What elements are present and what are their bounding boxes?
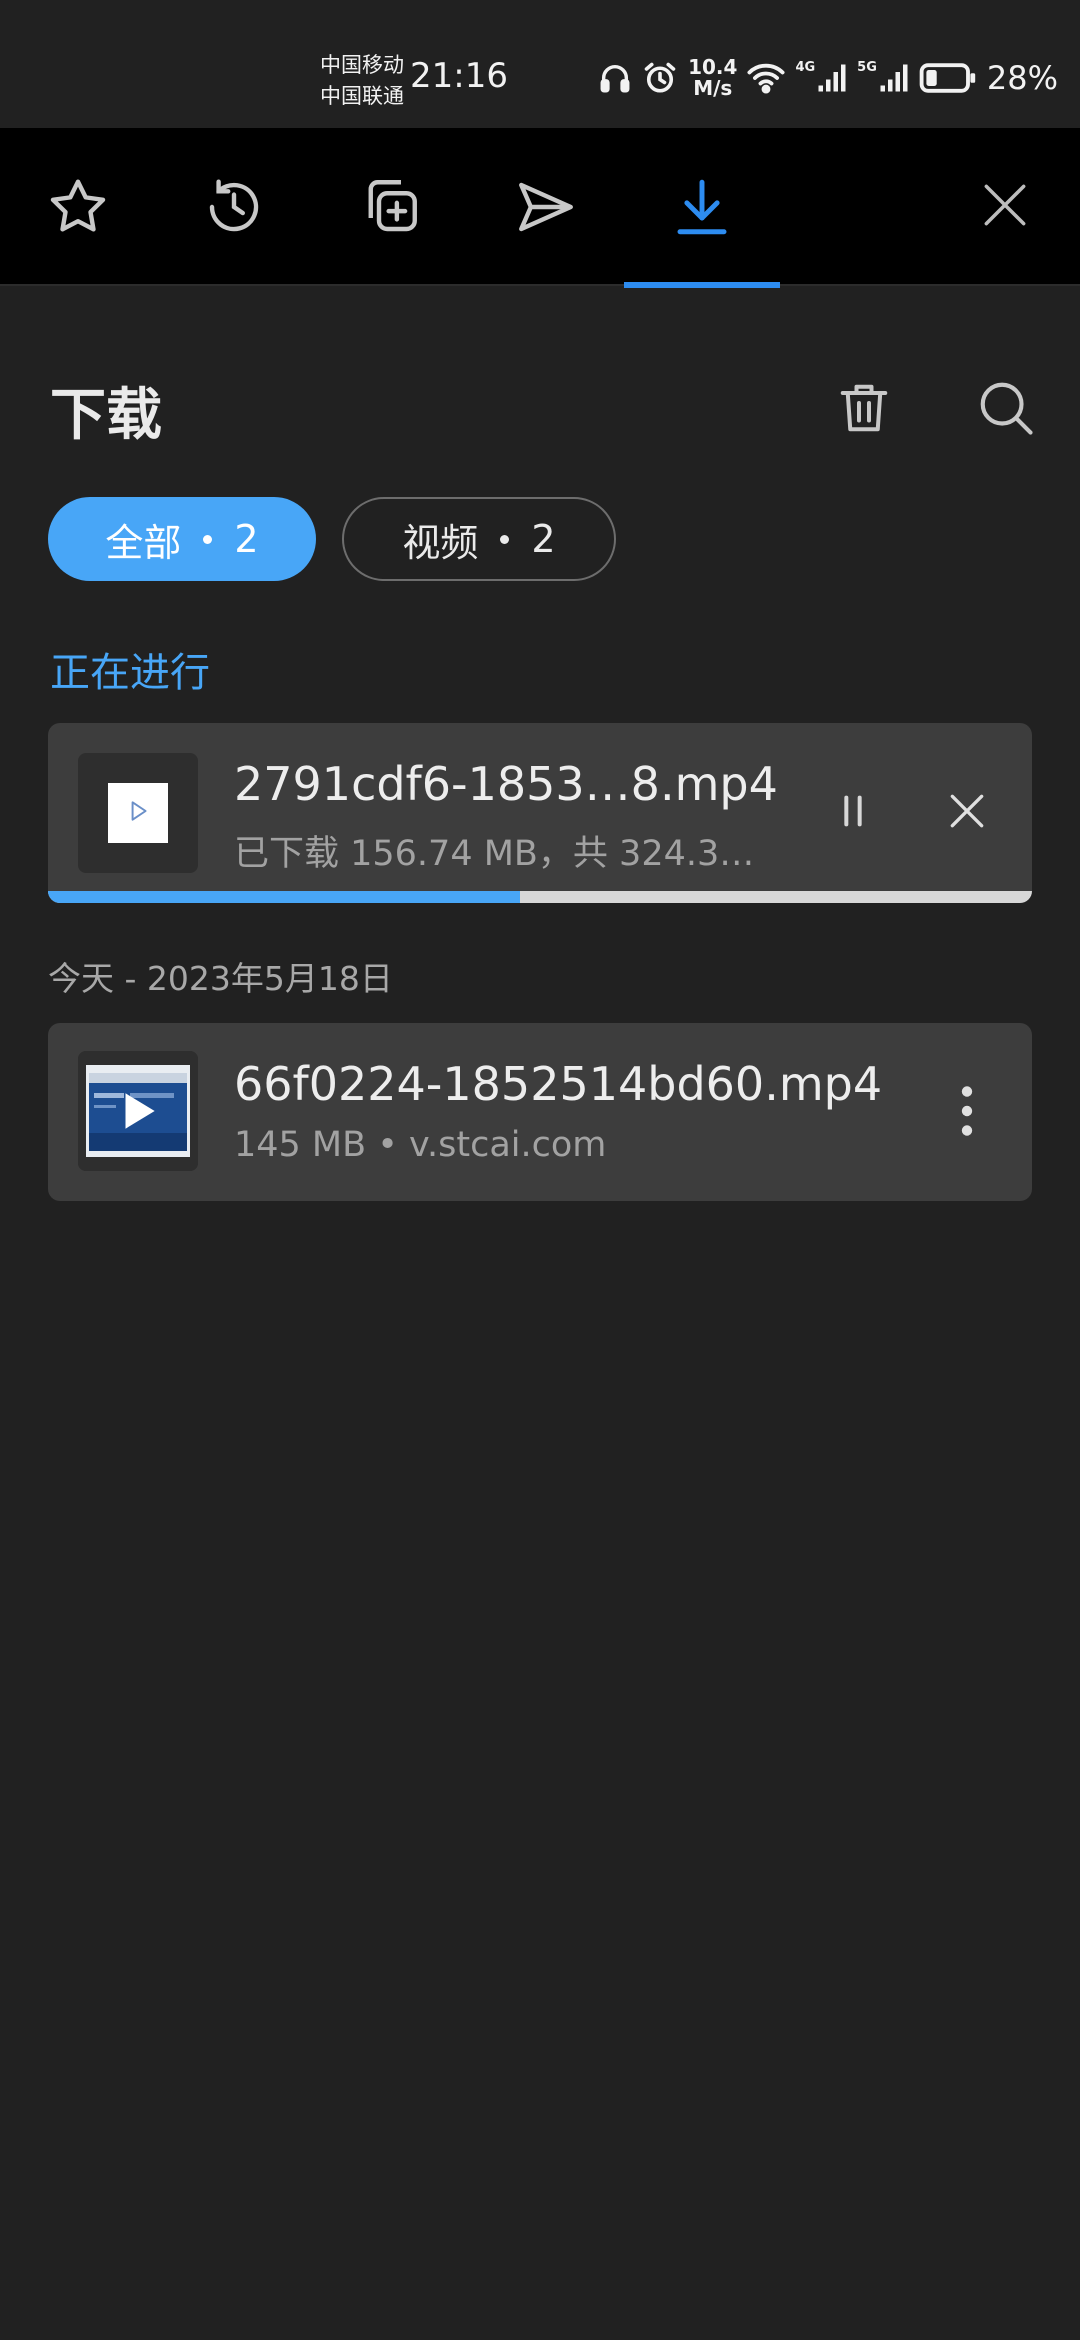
file-meta: 145 MB • v.stcai.com	[234, 1125, 607, 1165]
filter-chip-count: 2	[234, 517, 259, 561]
star-icon	[45, 174, 111, 240]
headphones-icon	[598, 61, 632, 95]
tab-share[interactable]	[468, 128, 624, 286]
play-icon	[125, 798, 151, 828]
close-icon	[977, 177, 1033, 237]
search-icon	[975, 377, 1037, 443]
wifi-icon	[747, 62, 785, 94]
tab-new-tab[interactable]	[312, 128, 468, 286]
signal-2-label: 5G	[857, 60, 877, 75]
send-icon	[513, 174, 579, 240]
filter-chip-all[interactable]: 全部 2	[48, 497, 316, 581]
pause-button[interactable]	[808, 763, 898, 863]
delete-button[interactable]	[824, 370, 904, 450]
more-options-button[interactable]	[922, 1063, 1012, 1163]
more-vertical-icon	[960, 1085, 974, 1141]
video-thumbnail	[78, 1051, 198, 1171]
file-name: 66f0224-1852514bd60.mp4	[234, 1057, 883, 1111]
download-item-completed[interactable]: 66f0224-1852514bd60.mp4 145 MB • v.stcai…	[48, 1023, 1032, 1201]
download-icon	[669, 174, 735, 240]
play-icon	[113, 1086, 163, 1140]
battery-icon	[919, 62, 977, 94]
file-thumbnail	[78, 753, 198, 873]
filter-chip-label: 视频	[402, 520, 479, 565]
trash-icon	[834, 377, 894, 443]
browser-toolbar	[0, 128, 1080, 288]
status-icons: 10.4 M/s 4G 5G 28%	[598, 52, 1058, 104]
cancel-download-button[interactable]	[922, 763, 1012, 863]
carrier-names: 中国移动 中国联通	[320, 50, 404, 112]
chip-separator-dot	[203, 534, 213, 544]
pause-icon	[836, 791, 870, 835]
section-in-progress-label: 正在进行	[50, 650, 210, 696]
search-button[interactable]	[966, 370, 1046, 450]
close-icon	[945, 789, 989, 837]
history-icon	[201, 174, 267, 240]
close-toolbar-button[interactable]	[950, 128, 1060, 286]
signal-icon	[817, 62, 847, 94]
date-group-label: 今天 - 2023年5月18日	[48, 959, 393, 998]
status-time: 21:16	[410, 56, 508, 96]
status-bar: 中国移动 中国联通 21:16 10.4 M/s 4G 5G 28%	[0, 0, 1080, 128]
page-title: 下载	[50, 383, 162, 448]
filter-chip-count: 2	[531, 517, 556, 561]
carrier-1: 中国移动	[320, 53, 404, 77]
alarm-icon	[642, 60, 678, 96]
download-progress-fill	[48, 891, 521, 903]
chip-separator-dot	[500, 534, 510, 544]
download-item-active[interactable]: 2791cdf6-1853…8.mp4 已下载 156.74 MB，共 324.…	[48, 723, 1032, 903]
signal-1-label: 4G	[795, 60, 816, 75]
net-speed: 10.4 M/s	[688, 55, 738, 100]
add-tab-icon	[357, 174, 423, 240]
tab-history[interactable]	[156, 128, 312, 286]
file-name: 2791cdf6-1853…8.mp4	[234, 757, 778, 811]
filter-chip-label: 全部	[105, 520, 182, 565]
battery-percent: 28%	[986, 59, 1058, 97]
carrier-2: 中国联通	[320, 84, 404, 108]
signal-icon	[879, 62, 909, 94]
download-progress-bar	[48, 891, 1032, 903]
filter-chip-video[interactable]: 视频 2	[342, 497, 616, 581]
tab-bookmarks[interactable]	[0, 128, 156, 286]
download-progress-text: 已下载 156.74 MB，共 324.3…	[234, 834, 755, 874]
tab-downloads[interactable]	[624, 128, 780, 288]
